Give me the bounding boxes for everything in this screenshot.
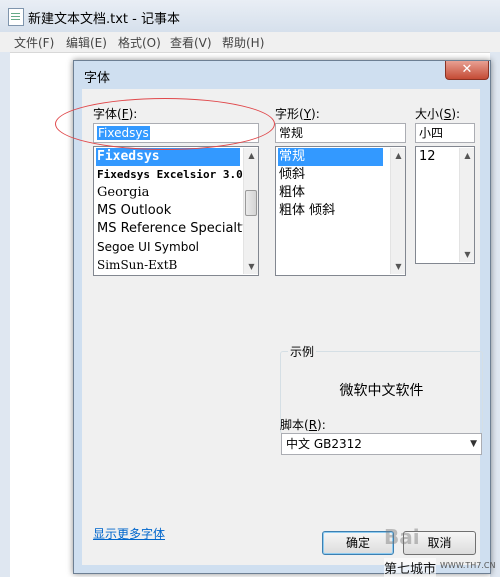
show-more-fonts-link[interactable]: 显示更多字体 (93, 525, 165, 542)
site-watermark: 第七城市 (384, 558, 437, 577)
font-list-item[interactable]: Fixedsys (96, 148, 240, 166)
scroll-up-icon[interactable]: ▲ (244, 148, 258, 163)
size-list-scrollbar[interactable]: ▲ ▼ (459, 148, 474, 262)
font-list-item[interactable]: Fixedsys Excelsior 3.01 (96, 166, 249, 184)
style-list-scrollbar[interactable]: ▲ ▼ (390, 148, 405, 274)
scroll-up-icon[interactable]: ▲ (460, 148, 474, 163)
notepad-titlebar: 新建文本文档.txt - 记事本 (0, 0, 500, 33)
menu-file[interactable]: 文件(F) (14, 34, 54, 51)
style-list-item[interactable]: 粗体 倾斜 (278, 202, 383, 220)
font-list-item[interactable]: Segoe UI Symbol (96, 238, 240, 256)
size-label: 大小(S): (415, 107, 461, 121)
style-label: 字形(Y): (275, 107, 320, 121)
style-list-item[interactable]: 倾斜 (278, 166, 383, 184)
font-list-item[interactable]: MS Reference Specialty (96, 220, 250, 238)
script-value: 中文 GB2312 (286, 437, 362, 451)
menu-format[interactable]: 格式(O) (118, 34, 161, 51)
script-select[interactable]: 中文 GB2312 ▼ (281, 433, 482, 455)
close-button[interactable]: ✕ (445, 61, 489, 80)
font-list-item[interactable]: MS Outlook (96, 202, 240, 220)
dialog-body: 字体(F): Fixedsys Fixedsys Fixedsys Excels… (82, 89, 483, 565)
script-label: 脚本(R): (280, 418, 326, 432)
url-watermark: WWW.TH7.CN (440, 561, 496, 570)
menu-help[interactable]: 帮助(H) (222, 34, 264, 51)
menu-edit[interactable]: 编辑(E) (66, 34, 107, 51)
dialog-title: 字体 (84, 71, 111, 86)
scroll-down-icon[interactable]: ▼ (391, 259, 405, 274)
font-list-item[interactable]: Georgia (96, 184, 240, 202)
notepad-edit-area-left (0, 52, 10, 577)
font-size-input[interactable]: 小四 (415, 123, 475, 143)
baidu-watermark: Bai (384, 525, 420, 549)
highlight-oval (55, 98, 275, 150)
sample-text: 微软中文软件 (339, 383, 424, 399)
font-list[interactable]: Fixedsys Fixedsys Excelsior 3.01 Georgia… (93, 146, 259, 276)
sample-label: 示例 (288, 343, 317, 360)
font-style-list[interactable]: 常规 倾斜 粗体 粗体 倾斜 ▲ ▼ (275, 146, 406, 276)
size-list-item[interactable]: 12 (418, 148, 457, 166)
font-list-item[interactable]: SimSun-ExtB (96, 256, 240, 274)
font-size-list[interactable]: 12 ▲ ▼ (415, 146, 475, 264)
font-list-scrollbar[interactable]: ▲ ▼ (243, 148, 258, 274)
style-list-item[interactable]: 常规 (278, 148, 383, 166)
notepad-title: 新建文本文档.txt - 记事本 (28, 12, 180, 27)
notepad-icon (8, 8, 24, 26)
style-list-item[interactable]: 粗体 (278, 184, 383, 202)
scroll-thumb[interactable] (245, 190, 257, 216)
scroll-up-icon[interactable]: ▲ (391, 148, 405, 163)
font-style-input[interactable]: 常规 (275, 123, 406, 143)
font-style-value: 常规 (279, 126, 304, 140)
scroll-down-icon[interactable]: ▼ (460, 247, 474, 262)
chevron-down-icon: ▼ (470, 439, 477, 449)
scroll-down-icon[interactable]: ▼ (244, 259, 258, 274)
close-icon: ✕ (461, 62, 473, 77)
notepad-menubar: 文件(F) 编辑(E) 格式(O) 查看(V) 帮助(H) (0, 32, 500, 53)
font-size-value: 小四 (419, 126, 444, 140)
menu-view[interactable]: 查看(V) (170, 34, 212, 51)
notepad-edit-area-right (490, 52, 500, 577)
